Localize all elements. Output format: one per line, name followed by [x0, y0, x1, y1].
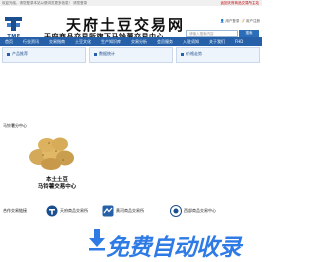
- section-label: 马铃薯分中心: [3, 123, 27, 128]
- nav-item-fhd[interactable]: FHD: [230, 39, 248, 44]
- user-links[interactable]: 👤 用户登录 📝 用户注册: [220, 19, 260, 24]
- panel-stats: 数据统计: [89, 47, 173, 63]
- partner-link-3[interactable]: 西部商品交易中心: [170, 202, 216, 220]
- nav-item-guide[interactable]: 交易指南: [44, 39, 70, 45]
- watermark-text: 免费自动收录: [106, 235, 242, 261]
- nav-item-knowledge[interactable]: 生产知识库: [96, 39, 126, 45]
- bullet-icon: [181, 52, 184, 56]
- partner-name: 黄河商品交易所: [116, 208, 144, 213]
- nav-item-news[interactable]: 行业资讯: [18, 39, 44, 45]
- nav-item-members[interactable]: 会员服务: [152, 39, 178, 45]
- nav-item-culture[interactable]: 土豆文化: [70, 39, 96, 45]
- partner-name: 西部商品交易中心: [184, 208, 216, 213]
- partner-link-1[interactable]: 天府商品交易所: [46, 202, 88, 220]
- partner-name: 天府商品交易所: [60, 208, 88, 213]
- image-caption: 本土土豆 马铃薯交易中心: [37, 177, 77, 190]
- nav-item-analysis[interactable]: 交易分析: [126, 39, 152, 45]
- partner-link-2[interactable]: 黄河商品交易所: [102, 202, 144, 220]
- header: TME 天府土豆交易网 天府商品交易所旗下马铃薯交易中心 👤 用户登录 📝 用户…: [0, 6, 262, 41]
- potato-image[interactable]: [27, 133, 75, 171]
- partner-logo-icon: [102, 205, 114, 217]
- panel-products: 产品推荐: [2, 47, 86, 63]
- panel-products-title: 产品推荐: [12, 51, 28, 56]
- partner-logo-icon: [46, 205, 58, 217]
- main-nav: 首页 行业资讯 交易指南 土豆文化 生产知识库 交易分析 会员服务 入驻须知 关…: [0, 37, 262, 46]
- partners-label: 合作交易链接: [3, 208, 27, 213]
- nav-item-join[interactable]: 入驻须知: [178, 39, 204, 45]
- bullet-icon: [94, 52, 97, 56]
- search-button[interactable]: 搜索: [239, 30, 259, 37]
- panel-prices: 价格走势: [176, 47, 260, 63]
- download-icon: [88, 227, 106, 251]
- panel-stats-title: 数据统计: [99, 51, 115, 56]
- nav-item-about[interactable]: 关于我们: [204, 39, 230, 45]
- partner-logo-icon: [170, 205, 182, 217]
- panel-prices-title: 价格走势: [186, 51, 202, 56]
- bullet-icon: [7, 52, 10, 56]
- search-input[interactable]: 请输入搜索内容: [186, 30, 238, 37]
- nav-item-home[interactable]: 首页: [0, 39, 18, 45]
